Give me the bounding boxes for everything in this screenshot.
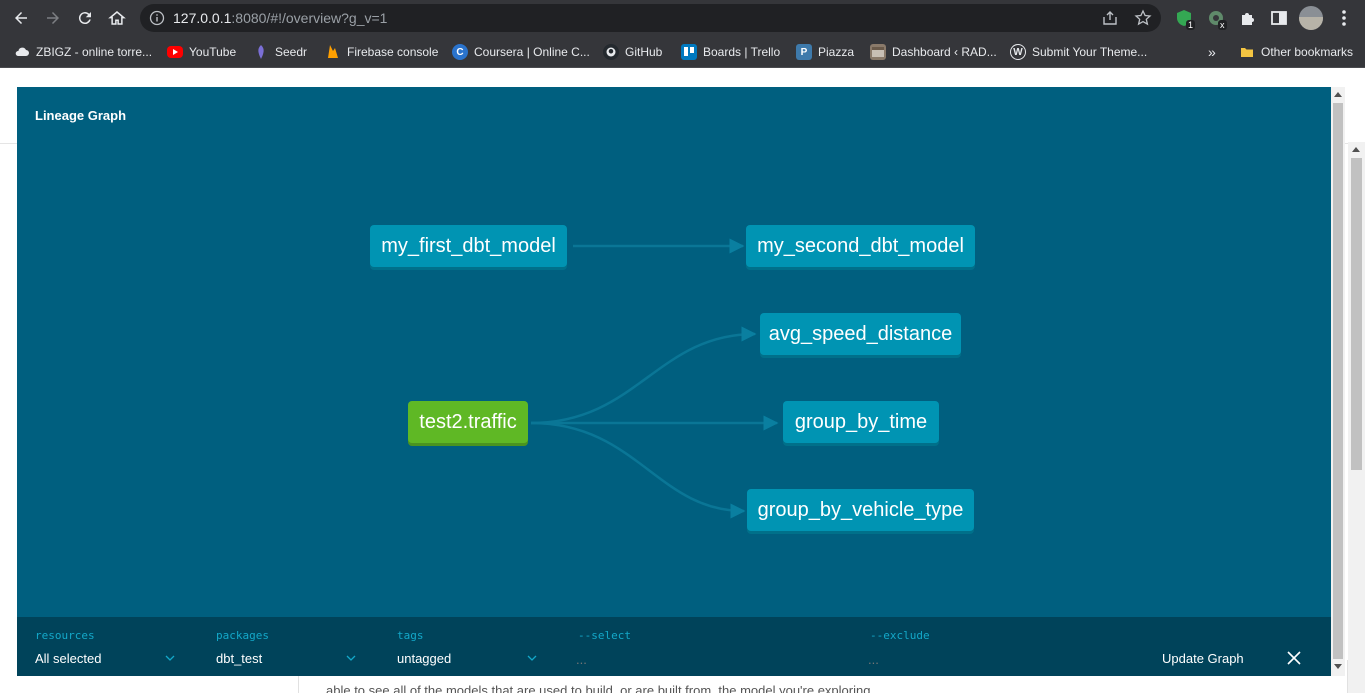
address-bar[interactable]: 127.0.0.1:8080/#!/overview?g_v=1	[140, 4, 1161, 32]
node-my-first-dbt-model[interactable]: my_first_dbt_model	[370, 225, 567, 267]
folder-icon	[1239, 44, 1255, 60]
scroll-up-arrow-icon[interactable]	[1334, 92, 1342, 97]
bookmark-label: Other bookmarks	[1261, 45, 1354, 59]
bookmark-label: Coursera | Online C...	[474, 45, 590, 59]
bookmarks-bar: ZBIGZ - online torre... YouTube Seedr Fi…	[0, 36, 1365, 68]
dashboard-icon	[870, 44, 886, 60]
bookmark-piazza[interactable]: P Piazza	[796, 42, 854, 62]
packages-select[interactable]: dbt_test	[216, 651, 262, 666]
extension-badge: 1	[1186, 20, 1196, 30]
piazza-icon: P	[796, 44, 812, 60]
exclude-label: --exclude	[870, 629, 930, 642]
scrollbar-thumb[interactable]	[1333, 103, 1343, 659]
node-group-by-vehicle-type[interactable]: group_by_vehicle_type	[747, 489, 974, 531]
bookmark-coursera[interactable]: C Coursera | Online C...	[452, 42, 590, 62]
bookmark-youtube[interactable]: YouTube	[167, 42, 236, 62]
home-icon[interactable]	[105, 6, 129, 30]
profile-avatar[interactable]	[1299, 6, 1323, 30]
scroll-down-arrow-icon[interactable]	[1334, 664, 1342, 669]
browser-toolbar: 127.0.0.1:8080/#!/overview?g_v=1 1 x	[0, 0, 1365, 36]
menu-kebab-icon[interactable]	[1334, 8, 1354, 28]
bookmark-label: Submit Your Theme...	[1032, 45, 1148, 59]
scrollbar-thumb[interactable]	[1351, 158, 1362, 470]
bookmark-label: GitHub	[625, 45, 663, 59]
tags-label: tags	[397, 629, 424, 642]
bookmark-label: Dashboard ‹ RAD...	[892, 45, 997, 59]
wordpress-icon: W	[1010, 44, 1026, 60]
bookmark-label: Seedr	[275, 45, 308, 59]
extension-badge-x: x	[1218, 20, 1227, 30]
share-icon[interactable]	[1101, 9, 1119, 27]
bookmark-firebase[interactable]: Firebase console	[325, 42, 438, 62]
side-panel-icon[interactable]	[1269, 8, 1289, 28]
bookmark-label: YouTube	[189, 45, 237, 59]
github-icon	[603, 44, 619, 60]
modal-scrollbar[interactable]	[1331, 87, 1345, 676]
edge-traffic-to-group-by-vehicle	[530, 421, 746, 519]
puzzle-extensions-icon[interactable]	[1238, 8, 1258, 28]
node-my-second-dbt-model[interactable]: my_second_dbt_model	[746, 225, 975, 267]
bookmark-label: Boards | Trello	[703, 45, 781, 59]
update-graph-button[interactable]: Update Graph	[1152, 645, 1254, 671]
node-test2-traffic[interactable]: test2.traffic	[408, 401, 528, 443]
back-icon[interactable]	[9, 6, 33, 30]
page-scrollbar[interactable]	[1348, 142, 1365, 693]
url-text: 127.0.0.1:8080/#!/overview?g_v=1	[173, 10, 387, 26]
seedr-icon	[253, 44, 269, 60]
reload-icon[interactable]	[73, 6, 97, 30]
bookmarks-overflow-button[interactable]: »	[1208, 42, 1216, 62]
coursera-icon: C	[452, 44, 468, 60]
firebase-icon	[325, 44, 341, 60]
star-icon[interactable]	[1134, 9, 1152, 27]
resources-select[interactable]: All selected	[35, 651, 101, 666]
background-paragraph: able to see all of the models that are u…	[326, 683, 875, 693]
info-icon[interactable]	[149, 10, 165, 26]
scroll-up-arrow-icon[interactable]	[1352, 147, 1360, 152]
trello-icon	[681, 44, 697, 60]
select-label: --select	[578, 629, 631, 642]
bookmark-wordpress[interactable]: W Submit Your Theme...	[1010, 42, 1147, 62]
resources-label: resources	[35, 629, 95, 642]
close-icon[interactable]	[1285, 649, 1303, 667]
bookmark-label: Firebase console	[347, 45, 439, 59]
bookmark-seedr[interactable]: Seedr	[253, 42, 307, 62]
youtube-icon	[167, 46, 183, 58]
bookmark-zbigz[interactable]: ZBIGZ - online torre...	[14, 42, 152, 62]
lineage-edges	[530, 238, 779, 519]
forward-icon[interactable]	[41, 6, 65, 30]
node-group-by-time[interactable]: group_by_time	[783, 401, 939, 443]
chevron-down-icon[interactable]	[165, 653, 175, 663]
packages-label: packages	[216, 629, 269, 642]
edge-traffic-to-avg-speed	[530, 326, 757, 425]
bookmark-label: ZBIGZ - online torre...	[36, 45, 153, 59]
bookmark-dashboard[interactable]: Dashboard ‹ RAD...	[870, 42, 997, 62]
chevron-down-icon[interactable]	[527, 653, 537, 663]
chevron-down-icon[interactable]	[346, 653, 356, 663]
url-path: :8080/#!/overview?g_v=1	[231, 10, 388, 26]
other-bookmarks-folder[interactable]: Other bookmarks	[1239, 42, 1353, 62]
graph-controls-bar: resources All selected packages dbt_test…	[17, 617, 1331, 676]
bookmark-trello[interactable]: Boards | Trello	[681, 42, 780, 62]
cloud-icon	[14, 44, 30, 60]
select-input[interactable]	[576, 649, 846, 669]
url-host: 127.0.0.1	[173, 10, 232, 26]
bookmark-label: Piazza	[818, 45, 855, 59]
node-avg-speed-distance[interactable]: avg_speed_distance	[760, 313, 961, 355]
exclude-input[interactable]	[868, 649, 1128, 669]
lineage-graph-modal: Lineage Graph my_first_dbt_model my_seco…	[17, 87, 1331, 676]
chevron-double-right-icon: »	[1208, 44, 1216, 60]
bookmark-github[interactable]: GitHub	[603, 42, 662, 62]
tags-select[interactable]: untagged	[397, 651, 451, 666]
